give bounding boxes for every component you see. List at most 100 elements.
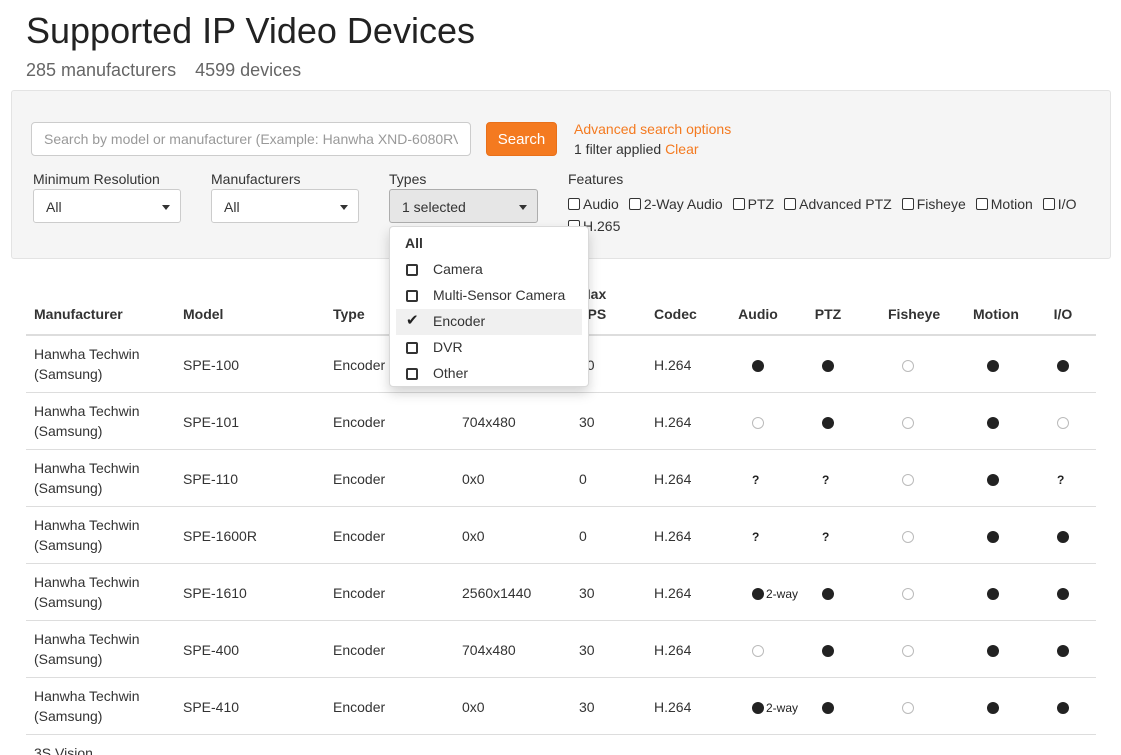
filled-dot-icon bbox=[752, 588, 764, 601]
filled-dot-icon bbox=[987, 474, 999, 487]
feature-option[interactable]: PTZ bbox=[732, 193, 775, 215]
column-header[interactable]: PTZ bbox=[808, 304, 848, 324]
filled-dot-icon bbox=[752, 360, 764, 373]
checkbox[interactable] bbox=[1042, 198, 1055, 210]
type-cell: Encoder bbox=[333, 642, 386, 658]
checkbox[interactable] bbox=[784, 198, 797, 210]
unknown-icon: ? bbox=[1057, 473, 1065, 487]
feature-option[interactable]: Audio bbox=[568, 193, 619, 215]
fisheye-cell bbox=[902, 412, 914, 432]
fisheye-indicator bbox=[902, 471, 914, 487]
codec-cell: H.264 bbox=[654, 585, 692, 601]
fisheye-indicator bbox=[902, 699, 914, 715]
advanced-search-link[interactable]: Advanced search options bbox=[574, 121, 731, 137]
stats: 285 manufacturers 4599 devices bbox=[26, 60, 301, 81]
column-header[interactable]: Manufacturer bbox=[34, 304, 123, 324]
manufacturer-alias: (Samsung) bbox=[34, 651, 103, 667]
manufacturers-select[interactable]: All bbox=[211, 189, 359, 223]
feature-option[interactable]: 2-Way Audio bbox=[628, 193, 723, 215]
ptz-indicator bbox=[822, 642, 834, 658]
checkbox[interactable] bbox=[901, 198, 914, 210]
type-cell: Encoder bbox=[333, 528, 386, 544]
type-option-other[interactable]: Other bbox=[396, 361, 582, 387]
type-option-dvr[interactable]: DVR bbox=[396, 335, 582, 361]
min-resolution-value: All bbox=[46, 199, 62, 215]
motion-indicator bbox=[987, 357, 999, 373]
type-cell: Encoder bbox=[333, 414, 386, 430]
checkbox[interactable] bbox=[732, 198, 745, 210]
type-option-encoder[interactable]: ✔ Encoder bbox=[396, 309, 582, 335]
motion-indicator bbox=[987, 471, 999, 487]
fps-cell: 30 bbox=[579, 699, 595, 715]
caret-down-icon bbox=[340, 205, 348, 210]
unknown-icon: ? bbox=[822, 473, 830, 487]
caret-down-icon bbox=[519, 205, 527, 210]
motion-indicator bbox=[987, 699, 999, 715]
audio-cell bbox=[752, 355, 764, 375]
io-indicator bbox=[1057, 357, 1069, 373]
type-option-multi-sensor-camera[interactable]: Multi-Sensor Camera bbox=[396, 283, 582, 309]
feature-label: Fisheye bbox=[916, 196, 966, 212]
motion-cell bbox=[987, 469, 999, 489]
filled-dot-icon bbox=[987, 702, 999, 715]
manufacturers-value: All bbox=[224, 199, 240, 215]
search-input[interactable] bbox=[31, 122, 471, 156]
ptz-cell bbox=[822, 583, 834, 603]
fisheye-cell bbox=[902, 583, 914, 603]
features-label: Features bbox=[568, 171, 624, 187]
checkbox[interactable] bbox=[568, 198, 580, 210]
column-header[interactable]: Audio bbox=[738, 304, 778, 324]
feature-option[interactable]: I/O bbox=[1042, 193, 1077, 215]
min-resolution-select[interactable]: All bbox=[33, 189, 181, 223]
checkbox-icon bbox=[406, 342, 418, 354]
features-checkboxes: Audio 2-Way Audio PTZ Advanced PTZ Fisheye Mo… bbox=[568, 193, 1088, 237]
feature-label: Audio bbox=[583, 196, 619, 212]
types-select[interactable]: 1 selected bbox=[389, 189, 538, 223]
option-label: Camera bbox=[433, 261, 483, 277]
filled-dot-icon bbox=[1057, 360, 1069, 373]
feature-label: Advanced PTZ bbox=[799, 196, 892, 212]
checkbox[interactable] bbox=[975, 198, 988, 210]
column-header[interactable]: I/O bbox=[1043, 304, 1083, 324]
filled-dot-icon bbox=[822, 645, 834, 658]
column-header[interactable]: Type bbox=[333, 304, 365, 324]
empty-dot-icon bbox=[902, 417, 914, 430]
model-cell: SPE-1610 bbox=[183, 585, 247, 601]
option-label: All bbox=[405, 235, 423, 251]
feature-label: PTZ bbox=[747, 196, 775, 212]
column-header[interactable]: Fisheye bbox=[888, 304, 940, 324]
filled-dot-icon bbox=[822, 588, 834, 601]
io-cell bbox=[1057, 526, 1069, 546]
feature-option[interactable]: Motion bbox=[975, 193, 1033, 215]
filled-dot-icon bbox=[987, 531, 999, 544]
clear-filters-link[interactable]: Clear bbox=[665, 141, 698, 157]
audio-cell bbox=[752, 412, 764, 432]
io-indicator bbox=[1057, 585, 1069, 601]
feature-option[interactable]: Fisheye bbox=[901, 193, 966, 215]
manufacturer-name: Hanwha Techwin bbox=[34, 517, 140, 533]
table-row: Hanwha Techwin (Samsung) SPE-410 Encoder 0x0… bbox=[26, 678, 1096, 735]
filled-dot-icon bbox=[752, 702, 764, 715]
column-header[interactable]: Motion bbox=[973, 304, 1019, 324]
checkbox[interactable] bbox=[628, 198, 641, 210]
page-title: Supported IP Video Devices bbox=[26, 10, 475, 51]
min-resolution-label: Minimum Resolution bbox=[33, 171, 160, 187]
column-header[interactable]: Model bbox=[183, 304, 223, 324]
column-header[interactable]: Codec bbox=[654, 304, 697, 324]
fisheye-indicator bbox=[902, 585, 914, 601]
codec-cell: H.264 bbox=[654, 642, 692, 658]
filter-count-text: 1 filter applied bbox=[574, 141, 662, 157]
unknown-icon: ? bbox=[752, 473, 760, 487]
search-button[interactable]: Search bbox=[486, 122, 557, 156]
manufacturer-name: Hanwha Techwin bbox=[34, 631, 140, 647]
feature-label: I/O bbox=[1057, 196, 1077, 212]
type-option-all[interactable]: All bbox=[396, 231, 582, 257]
filter-status: 1 filter applied Clear bbox=[574, 141, 699, 157]
manufacturer-alias: (Samsung) bbox=[34, 366, 103, 382]
type-option-camera[interactable]: Camera bbox=[396, 257, 582, 283]
codec-cell: H.264 bbox=[654, 357, 692, 373]
fisheye-cell bbox=[902, 355, 914, 375]
feature-option[interactable]: Advanced PTZ bbox=[784, 193, 892, 215]
io-cell bbox=[1057, 640, 1069, 660]
manufacturer-name: Hanwha Techwin bbox=[34, 346, 140, 362]
